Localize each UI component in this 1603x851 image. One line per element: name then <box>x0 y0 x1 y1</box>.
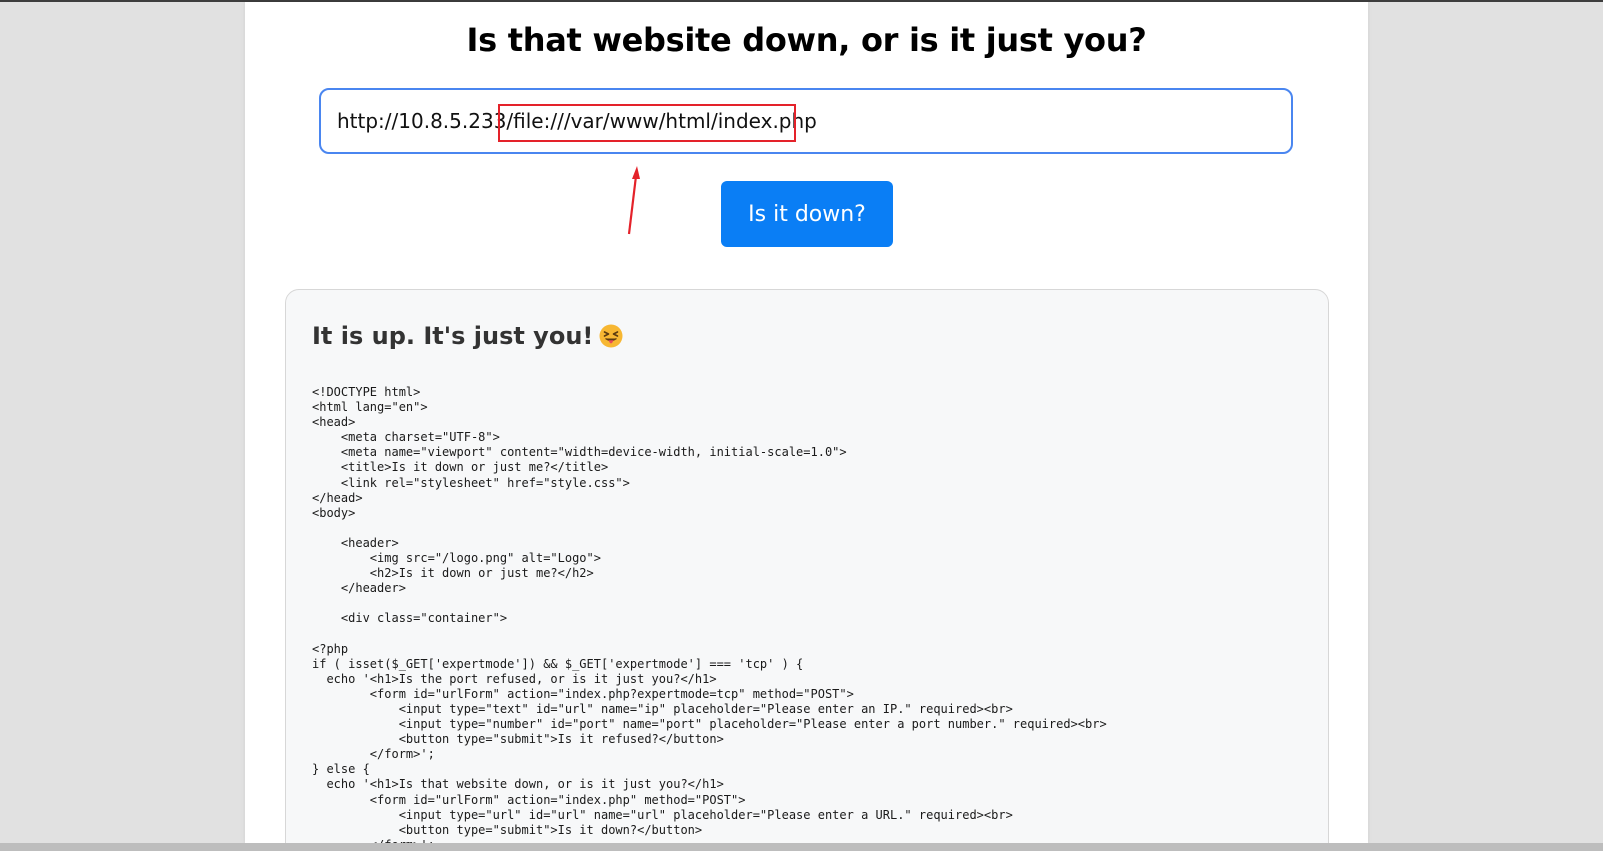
source-line: <meta name="viewport" content="width=dev… <box>340 445 847 460</box>
annotation-arrow-up-icon <box>627 166 640 235</box>
source-line: <header> <box>340 535 399 550</box>
source-line: <link rel="stylesheet" href="style.css"> <box>340 475 630 490</box>
page-source-output: <!DOCTYPE html> <html lang="en"> <head> … <box>312 385 1107 843</box>
horizontal-scrollbar[interactable] <box>0 843 1603 851</box>
result-heading-text: It is up. It's just you! <box>312 322 594 350</box>
is-it-down-button[interactable]: Is it down? <box>721 181 893 247</box>
source-line: <button type="submit">Is it refused?</bu… <box>398 732 724 747</box>
source-line: <?php <box>312 641 349 656</box>
url-input-value: http://10.8.5.233/file:///var/www/html/i… <box>337 109 817 133</box>
source-line: <meta charset="UTF-8"> <box>340 430 500 445</box>
source-line: <head> <box>312 415 356 430</box>
source-line: <form id="urlForm" action="index.php?exp… <box>369 686 854 701</box>
source-line: <body> <box>312 505 356 520</box>
result-heading: It is up. It's just you! <box>312 320 623 352</box>
source-line: <button type="submit">Is it down?</butto… <box>398 822 703 837</box>
source-line: <img src="/logo.png" alt="Logo"> <box>369 551 601 566</box>
source-line: <!DOCTYPE html> <box>312 385 421 399</box>
source-line: <h2>Is it down or just me?</h2> <box>369 566 594 581</box>
source-line: <html lang="en"> <box>312 400 428 415</box>
squinting-face-with-tongue-icon <box>599 324 623 348</box>
source-line: <input type="number" id="port" name="por… <box>398 717 1107 732</box>
source-line: if ( isset($_GET['expertmode']) && $_GET… <box>312 656 804 671</box>
result-panel: It is up. It's just you! <!DOCTYPE html>… <box>285 289 1329 843</box>
page-container: Is that website down, or is it just you?… <box>245 2 1368 843</box>
source-line: } else { <box>312 762 370 777</box>
source-line: </header> <box>340 581 406 596</box>
source-line: <input type="text" id="url" name="ip" pl… <box>398 701 1013 716</box>
source-line: <input type="url" id="url" name="url" pl… <box>398 807 1013 822</box>
url-input-wrapper[interactable]: http://10.8.5.233/file:///var/www/html/i… <box>319 88 1293 154</box>
source-line: echo '<h1>Is that website down, or is it… <box>326 777 724 792</box>
page-title: Is that website down, or is it just you? <box>466 21 1147 59</box>
source-line: echo '<h1>Is the port refused, or is it … <box>326 671 717 686</box>
source-line: </form>'; <box>369 747 435 762</box>
source-line: <div class="container"> <box>340 611 508 626</box>
source-line: </head> <box>312 490 363 505</box>
source-line: <form id="urlForm" action="index.php" me… <box>369 792 746 807</box>
source-line: <title>Is it down or just me?</title> <box>340 460 609 475</box>
